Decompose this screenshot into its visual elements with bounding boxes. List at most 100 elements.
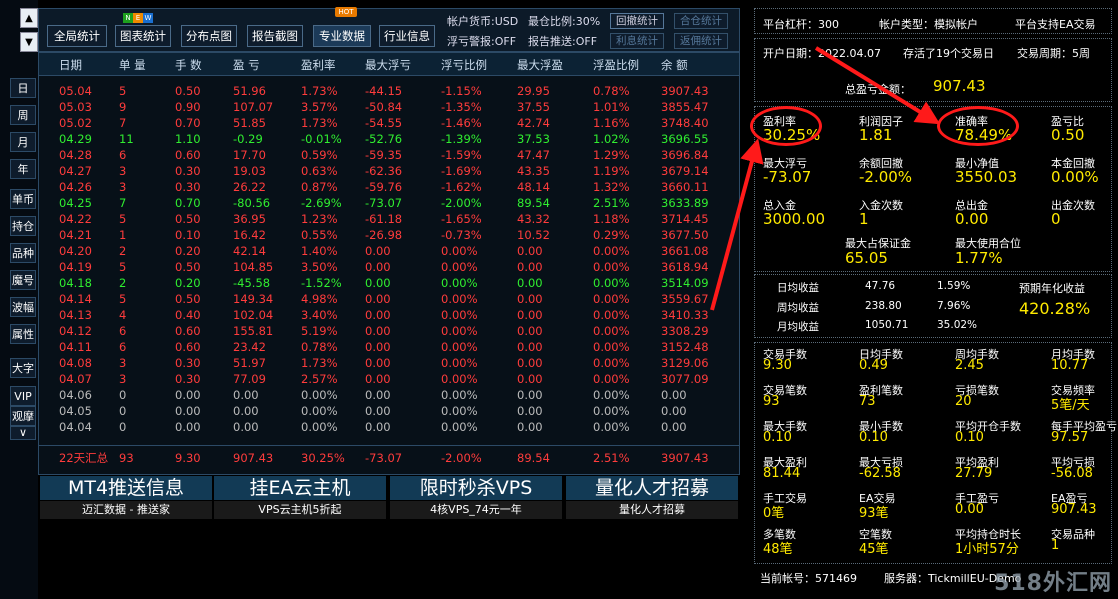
table-row[interactable]: 05.04 5 0.50 51.96 1.73% -44.15 -1.15% 29.95 0.7… [39,83,739,99]
total-pl-value: 907.43 [933,77,986,95]
column-header[interactable]: 浮盈比例 [593,57,639,73]
trade-stat-value: 20 [955,394,972,409]
scroll-up-icon[interactable]: ▲ [20,8,38,28]
table-row[interactable]: 04.08 3 0.30 51.97 1.73% 0.00 0.00% 0.00 0.00% 31… [39,355,739,371]
table-cell: 0.00% [441,276,478,290]
sidebar-item-magic[interactable]: 魔号 [10,270,36,290]
table-row[interactable]: 04.13 4 0.40 102.04 3.40% 0.00 0.00% 0.00 0.00% 3… [39,307,739,323]
table-cell: 1.73% [301,356,338,370]
sidebar-item-vip[interactable]: VIP [10,386,36,406]
table-cell: 89.54 [517,196,550,210]
drawdown-stats-button[interactable]: 回撤统计 [610,13,664,29]
column-header[interactable]: 盈利率 [301,57,336,73]
table-row[interactable]: 04.12 6 0.60 155.81 5.19% 0.00 0.00% 0.00 0.00% 3… [39,323,739,339]
global-stats-button[interactable]: 全局统计 [47,25,107,47]
table-cell: 04.04 [59,420,92,434]
scroll-down-icon[interactable]: ▼ [20,32,38,52]
column-header[interactable]: 单 量 [119,57,146,73]
rebate-stats-button[interactable]: 返佣统计 [674,33,728,49]
table-row[interactable]: 04.11 6 0.60 23.42 0.78% 0.00 0.00% 0.00 0.00% 31… [39,339,739,355]
table-row[interactable]: 04.14 5 0.50 149.34 4.98% 0.00 0.00% 0.00 0.00% 3… [39,291,739,307]
distribution-chart-button[interactable]: 分布点图 [181,25,237,47]
table-row[interactable]: 05.03 9 0.90 107.07 3.57% -50.84 -1.35% 37.55 1.… [39,99,739,115]
table-cell: 04.28 [59,148,92,162]
table-cell: -2.00% [441,196,482,210]
banner-quant-talent[interactable]: 量化人才招募 量化人才招募 [566,476,738,519]
sidebar-item-week[interactable]: 周 [10,105,36,125]
table-row[interactable]: 04.19 5 0.50 104.85 3.50% 0.00 0.00% 0.00 0.00% 3… [39,259,739,275]
sidebar-item-positions[interactable]: 持仓 [10,216,36,236]
daily-avg-amount: 47.76 [865,280,896,292]
interest-stats-button[interactable]: 利息统计 [610,33,664,49]
table-row[interactable]: 04.27 3 0.30 19.03 0.63% -62.36 -1.69% 43.35 1.1… [39,163,739,179]
table-row[interactable]: 04.05 0 0.00 0.00 0.00% 0.00 0.00% 0.00 0.00% 0.0… [39,403,739,419]
leverage: 平台杠杆：300 [763,18,839,31]
sidebar-item-volatility[interactable]: 波幅 [10,297,36,317]
banner-mt4-push[interactable]: MT4推送信息 迈汇数据 - 推送家 [40,476,212,519]
monthly-avg-amount: 1050.71 [865,319,909,331]
table-cell: 0.50 [175,292,201,306]
table-cell: 0.00 [517,324,543,338]
sidebar-item-month[interactable]: 月 [10,132,36,152]
table-cell: 0.00% [593,260,630,274]
table-row[interactable]: 04.22 5 0.50 36.95 1.23% -61.18 -1.65% 43.32 1.1… [39,211,739,227]
table-cell: 1.01% [593,100,630,114]
table-cell: 3907.43 [661,84,709,98]
sidebar-item-day[interactable]: 日 [10,78,36,98]
table-cell: 0.00% [301,404,338,418]
report-screenshot-button[interactable]: 报告截图 [247,25,303,47]
table-cell: 9 [119,100,127,114]
column-header[interactable]: 手 数 [175,57,202,73]
table-cell: 0.00 [365,324,391,338]
pro-data-button[interactable]: 专业数据 [313,25,371,47]
merge-stats-button[interactable]: 合仓统计 [674,13,728,29]
sidebar-item-attributes[interactable]: 属性 [10,324,36,344]
table-row[interactable]: 05.02 7 0.70 51.85 1.73% -54.55 -1.46% 42.74 1.1… [39,115,739,131]
table-cell: 0.00 [175,388,201,402]
table-row[interactable]: 04.21 1 0.10 16.42 0.55% -26.98 -0.73% 10.52 0.2… [39,227,739,243]
table-cell: -1.39% [441,132,482,146]
sidebar-item-year[interactable]: 年 [10,159,36,179]
summary-cell: 2.51% [593,451,630,465]
table-row[interactable]: 04.06 0 0.00 0.00 0.00% 0.00 0.00% 0.00 0.00% 0.0… [39,387,739,403]
table-cell: 0.87% [301,180,338,194]
table-cell: 0.00% [593,372,630,386]
table-cell: 0.30 [175,180,201,194]
weekly-avg-pct: 7.96% [937,300,971,312]
table-cell: 0.00 [233,404,259,418]
chart-stats-button[interactable]: 图表统计 [115,25,171,47]
table-cell: 0.00% [593,244,630,258]
table-cell: 2 [119,244,127,258]
table-row[interactable]: 04.28 6 0.60 17.70 0.59% -59.35 -1.59% 47.47 1.2… [39,147,739,163]
sidebar-item-single-currency[interactable]: 单币 [10,189,36,209]
sidebar-more-icon[interactable]: ∨ [10,426,36,440]
sidebar-item-observe[interactable]: 观摩 [10,406,36,426]
table-row[interactable]: 04.25 7 0.70 -80.56 -2.69% -73.07 -2.00% 89.54 2… [39,195,739,211]
table-row[interactable]: 04.18 2 0.20 -45.58 -1.52% 0.00 0.00% 0.00 0.00%… [39,275,739,291]
table-cell: 36.95 [233,212,266,226]
stat-value: 1 [859,210,869,228]
max-position-ratio: 最仓比例:30% [528,15,601,28]
banner-vps-sale[interactable]: 限时秒杀VPS 4核VPS_74元一年 [390,476,562,519]
table-row[interactable]: 04.26 3 0.30 26.22 0.87% -59.76 -1.62% 48.14 1.3… [39,179,739,195]
table-row[interactable]: 04.07 3 0.30 77.09 2.57% 0.00 0.00% 0.00 0.00% 30… [39,371,739,387]
sidebar-item-symbols[interactable]: 品种 [10,243,36,263]
table-cell: 3.50% [301,260,338,274]
column-header[interactable]: 盈 亏 [233,57,260,73]
trade-stat-value: 9.30 [763,358,792,373]
table-row[interactable]: 04.20 2 0.20 42.14 1.40% 0.00 0.00% 0.00 0.00% 36… [39,243,739,259]
column-header[interactable]: 浮亏比例 [441,57,487,73]
industry-info-button[interactable]: 行业信息 [379,25,435,47]
table-cell: -26.98 [365,228,403,242]
column-header[interactable]: 余 额 [661,57,688,73]
column-header[interactable]: 日期 [59,57,82,73]
sidebar-item-large-font[interactable]: 大字 [10,358,36,378]
table-row[interactable]: 04.04 0 0.00 0.00 0.00% 0.00 0.00% 0.00 0.00% 0.0… [39,419,739,435]
table-cell: 3696.55 [661,132,709,146]
banner-ea-cloud[interactable]: 挂EA云主机 VPS云主机5折起 [214,476,386,519]
column-header[interactable]: 最大浮亏 [365,57,411,73]
table-cell: 0.00 [365,372,391,386]
column-header[interactable]: 最大浮盈 [517,57,563,73]
summary-cell: 22天汇总 [59,451,109,465]
table-row[interactable]: 04.29 11 1.10 -0.29 -0.01% -52.76 -1.39% 37.53 1… [39,131,739,147]
